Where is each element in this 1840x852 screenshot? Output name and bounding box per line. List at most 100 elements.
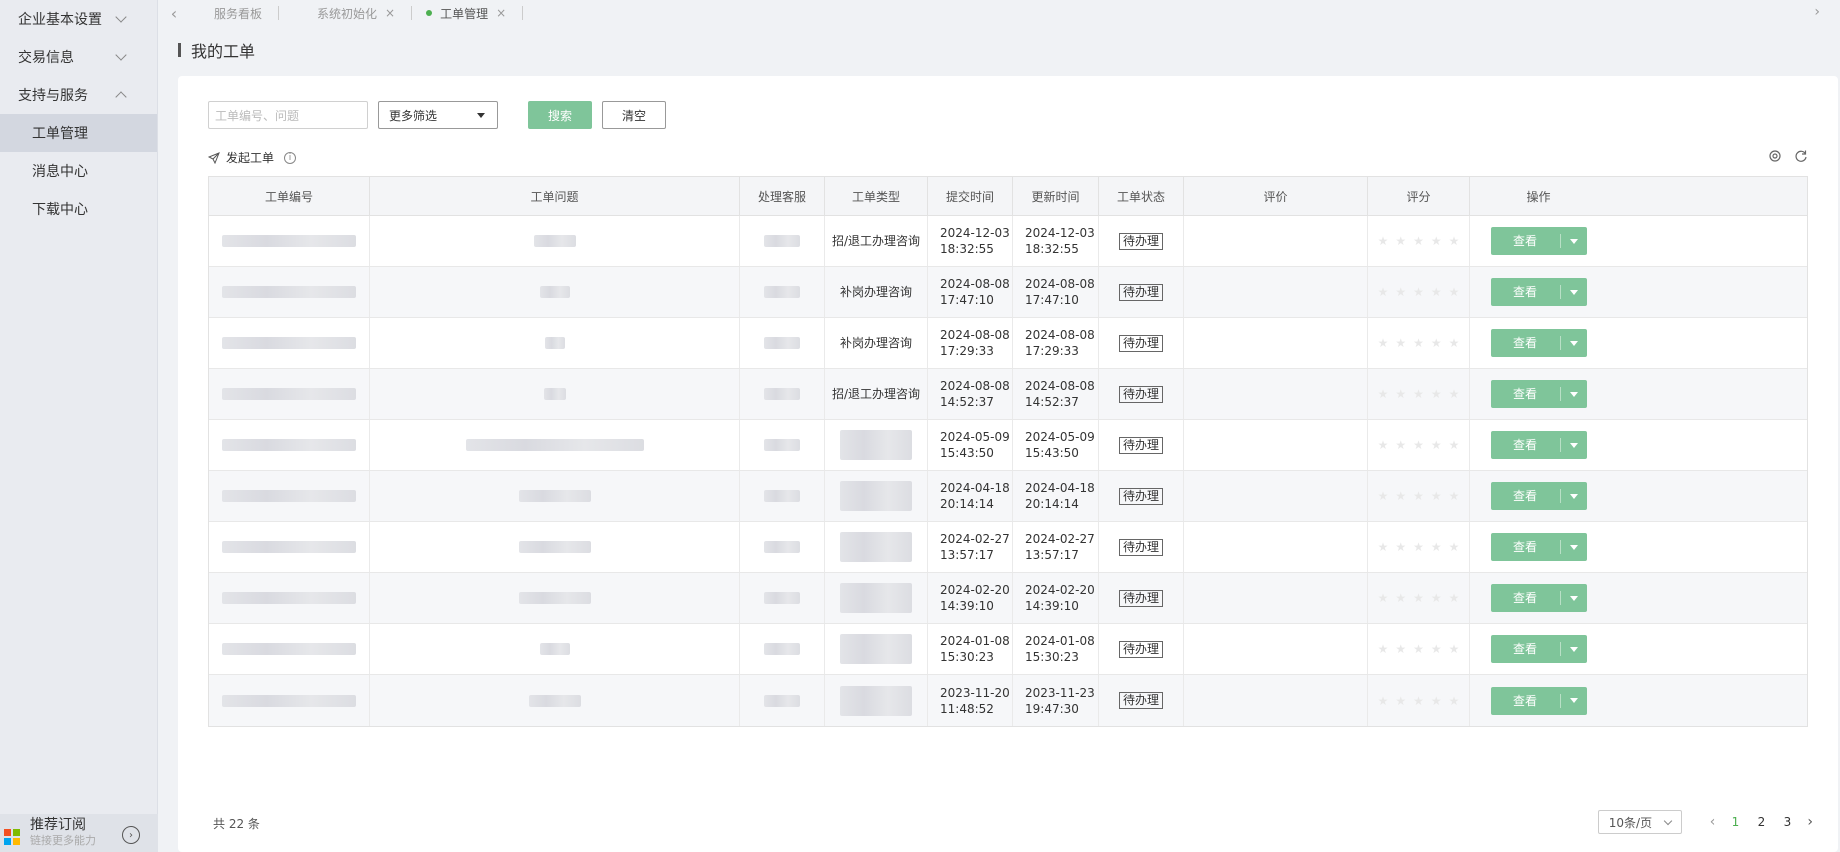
star-icon[interactable]: ★ xyxy=(1431,693,1442,709)
star-icon[interactable]: ★ xyxy=(1431,539,1442,555)
star-icon[interactable]: ★ xyxy=(1449,590,1460,606)
recommend-subscription[interactable]: 推荐订阅 链接更多能力 › xyxy=(0,814,158,852)
view-button[interactable]: 查看 xyxy=(1491,489,1561,503)
view-button[interactable]: 查看 xyxy=(1491,336,1561,350)
view-button[interactable]: 查看 xyxy=(1491,642,1561,656)
star-icon[interactable]: ★ xyxy=(1431,437,1442,453)
star-icon[interactable]: ★ xyxy=(1378,590,1389,606)
star-icon[interactable]: ★ xyxy=(1378,488,1389,504)
star-icon[interactable]: ★ xyxy=(1449,335,1460,351)
star-icon[interactable]: ★ xyxy=(1449,437,1460,453)
view-dropdown[interactable] xyxy=(1561,595,1587,601)
rating-stars[interactable]: ★ ★ ★ ★ ★ xyxy=(1378,488,1460,504)
view-button[interactable]: 查看 xyxy=(1491,540,1561,554)
clear-button[interactable]: 清空 xyxy=(602,101,666,129)
star-icon[interactable]: ★ xyxy=(1378,284,1389,300)
sidebar-item-ticket-management[interactable]: 工单管理 xyxy=(0,114,157,152)
view-dropdown[interactable] xyxy=(1561,442,1587,448)
tab-ticket-management[interactable]: 工单管理 × xyxy=(412,6,524,21)
star-icon[interactable]: ★ xyxy=(1413,641,1424,657)
star-icon[interactable]: ★ xyxy=(1395,590,1406,606)
close-icon[interactable]: × xyxy=(385,6,395,20)
rating-stars[interactable]: ★ ★ ★ ★ ★ xyxy=(1378,437,1460,453)
star-icon[interactable]: ★ xyxy=(1395,233,1406,249)
star-icon[interactable]: ★ xyxy=(1413,539,1424,555)
star-icon[interactable]: ★ xyxy=(1413,590,1424,606)
view-dropdown[interactable] xyxy=(1561,238,1587,244)
star-icon[interactable]: ★ xyxy=(1413,437,1424,453)
star-icon[interactable]: ★ xyxy=(1431,335,1442,351)
rating-stars[interactable]: ★ ★ ★ ★ ★ xyxy=(1378,641,1460,657)
circle-arrow-right-icon[interactable]: › xyxy=(122,826,140,844)
sidebar-item-download-center[interactable]: 下载中心 xyxy=(0,190,157,228)
search-button[interactable]: 搜索 xyxy=(528,101,592,129)
view-button[interactable]: 查看 xyxy=(1491,693,1561,708)
page-size-select[interactable]: 10条/页 xyxy=(1597,810,1682,834)
star-icon[interactable]: ★ xyxy=(1378,386,1389,402)
search-input[interactable]: 工单编号、问题 xyxy=(208,101,368,129)
page-2[interactable]: 2 xyxy=(1755,815,1767,829)
star-icon[interactable]: ★ xyxy=(1431,488,1442,504)
view-button[interactable]: 查看 xyxy=(1491,387,1561,401)
star-icon[interactable]: ★ xyxy=(1378,233,1389,249)
star-icon[interactable]: ★ xyxy=(1431,386,1442,402)
tab-service-board[interactable]: 服务看板 xyxy=(190,6,280,21)
view-button[interactable]: 查看 xyxy=(1491,285,1561,299)
view-dropdown[interactable] xyxy=(1561,289,1587,295)
menu-group-transaction-info[interactable]: 交易信息 xyxy=(0,38,157,76)
view-dropdown[interactable] xyxy=(1561,493,1587,499)
star-icon[interactable]: ★ xyxy=(1449,386,1460,402)
sidebar-item-message-center[interactable]: 消息中心 xyxy=(0,152,157,190)
star-icon[interactable]: ★ xyxy=(1449,488,1460,504)
close-icon[interactable]: × xyxy=(496,6,506,20)
star-icon[interactable]: ★ xyxy=(1449,284,1460,300)
view-button[interactable]: 查看 xyxy=(1491,438,1561,452)
star-icon[interactable]: ★ xyxy=(1395,437,1406,453)
settings-icon[interactable] xyxy=(1768,149,1782,163)
star-icon[interactable]: ★ xyxy=(1395,693,1406,709)
view-dropdown[interactable] xyxy=(1561,340,1587,346)
star-icon[interactable]: ★ xyxy=(1378,539,1389,555)
star-icon[interactable]: ★ xyxy=(1431,233,1442,249)
star-icon[interactable]: ★ xyxy=(1449,641,1460,657)
star-icon[interactable]: ★ xyxy=(1395,335,1406,351)
star-icon[interactable]: ★ xyxy=(1449,539,1460,555)
star-icon[interactable]: ★ xyxy=(1413,233,1424,249)
rating-stars[interactable]: ★ ★ ★ ★ ★ xyxy=(1378,335,1460,351)
star-icon[interactable]: ★ xyxy=(1413,284,1424,300)
star-icon[interactable]: ★ xyxy=(1413,335,1424,351)
page-3[interactable]: 3 xyxy=(1781,815,1793,829)
menu-group-enterprise-settings[interactable]: 企业基本设置 xyxy=(0,0,157,38)
rating-stars[interactable]: ★ ★ ★ ★ ★ xyxy=(1378,693,1460,709)
prev-page-icon[interactable]: ‹ xyxy=(1710,814,1716,830)
star-icon[interactable]: ★ xyxy=(1378,641,1389,657)
star-icon[interactable]: ★ xyxy=(1431,590,1442,606)
view-dropdown[interactable] xyxy=(1561,646,1587,652)
menu-group-support-service[interactable]: 支持与服务 xyxy=(0,76,157,114)
star-icon[interactable]: ★ xyxy=(1449,693,1460,709)
rating-stars[interactable]: ★ ★ ★ ★ ★ xyxy=(1378,233,1460,249)
star-icon[interactable]: ★ xyxy=(1413,693,1424,709)
star-icon[interactable]: ★ xyxy=(1431,284,1442,300)
tab-system-init[interactable]: 系统初始化 × xyxy=(279,6,413,21)
tab-scroll-right-icon[interactable]: › xyxy=(1814,4,1820,20)
star-icon[interactable]: ★ xyxy=(1413,386,1424,402)
star-icon[interactable]: ★ xyxy=(1395,284,1406,300)
more-filter-select[interactable]: 更多筛选 xyxy=(378,101,498,129)
star-icon[interactable]: ★ xyxy=(1378,693,1389,709)
view-dropdown[interactable] xyxy=(1561,698,1587,703)
star-icon[interactable]: ★ xyxy=(1378,335,1389,351)
star-icon[interactable]: ★ xyxy=(1395,386,1406,402)
create-ticket-action[interactable]: 发起工单 i xyxy=(208,149,297,166)
page-1[interactable]: 1 xyxy=(1729,815,1741,829)
star-icon[interactable]: ★ xyxy=(1413,488,1424,504)
view-dropdown[interactable] xyxy=(1561,391,1587,397)
rating-stars[interactable]: ★ ★ ★ ★ ★ xyxy=(1378,539,1460,555)
star-icon[interactable]: ★ xyxy=(1449,233,1460,249)
info-icon[interactable]: i xyxy=(284,151,297,164)
view-dropdown[interactable] xyxy=(1561,544,1587,550)
star-icon[interactable]: ★ xyxy=(1395,488,1406,504)
tab-scroll-left-icon[interactable]: ‹ xyxy=(158,4,190,23)
star-icon[interactable]: ★ xyxy=(1431,641,1442,657)
star-icon[interactable]: ★ xyxy=(1378,437,1389,453)
